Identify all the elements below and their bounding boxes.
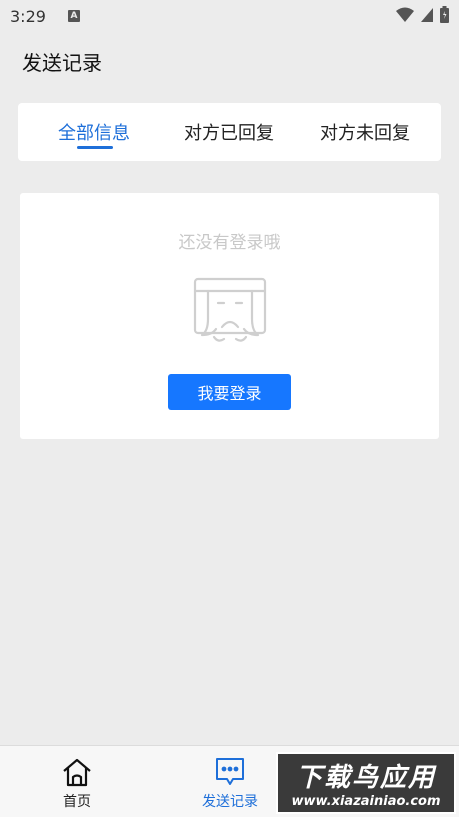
- nav-label-home: 首页: [63, 794, 91, 810]
- empty-state-card: 还没有登录哦 我要登录: [20, 193, 439, 439]
- tab-replied[interactable]: 对方已回复: [168, 103, 290, 161]
- active-tab-indicator: [77, 146, 113, 149]
- watermark-url: www.xiazainiao.com: [291, 794, 441, 809]
- tab-label: 全部信息: [58, 123, 130, 144]
- nav-item-send-records[interactable]: 发送记录: [180, 746, 280, 817]
- tab-label: 对方已回复: [184, 123, 274, 144]
- page-title: 发送记录: [22, 51, 102, 75]
- watermark-title: 下载鸟应用: [295, 763, 436, 793]
- status-time: 3:29: [10, 6, 46, 26]
- login-button[interactable]: 我要登录: [168, 374, 291, 410]
- notification-icon: A: [67, 10, 80, 22]
- status-bar: 3:29 A: [0, 0, 459, 32]
- watermark-logo: 下载鸟应用 www.xiazainiao.com: [276, 752, 456, 814]
- tab-not-replied[interactable]: 对方未回复: [304, 103, 426, 161]
- status-icons: [396, 6, 449, 23]
- tab-all-messages[interactable]: 全部信息: [34, 103, 154, 161]
- nav-item-home[interactable]: 首页: [27, 746, 127, 817]
- nav-label-send-records: 发送记录: [202, 794, 258, 810]
- battery-icon: [440, 6, 449, 23]
- empty-state-message: 还没有登录哦: [178, 233, 281, 253]
- signal-icon: [421, 7, 433, 22]
- tab-bar: 全部信息 对方已回复 对方未回复: [18, 103, 441, 161]
- chat-icon: [216, 758, 244, 785]
- tab-label: 对方未回复: [320, 123, 410, 144]
- home-icon: [63, 758, 91, 787]
- crying-face-icon: [193, 277, 267, 342]
- wifi-icon: [396, 7, 414, 22]
